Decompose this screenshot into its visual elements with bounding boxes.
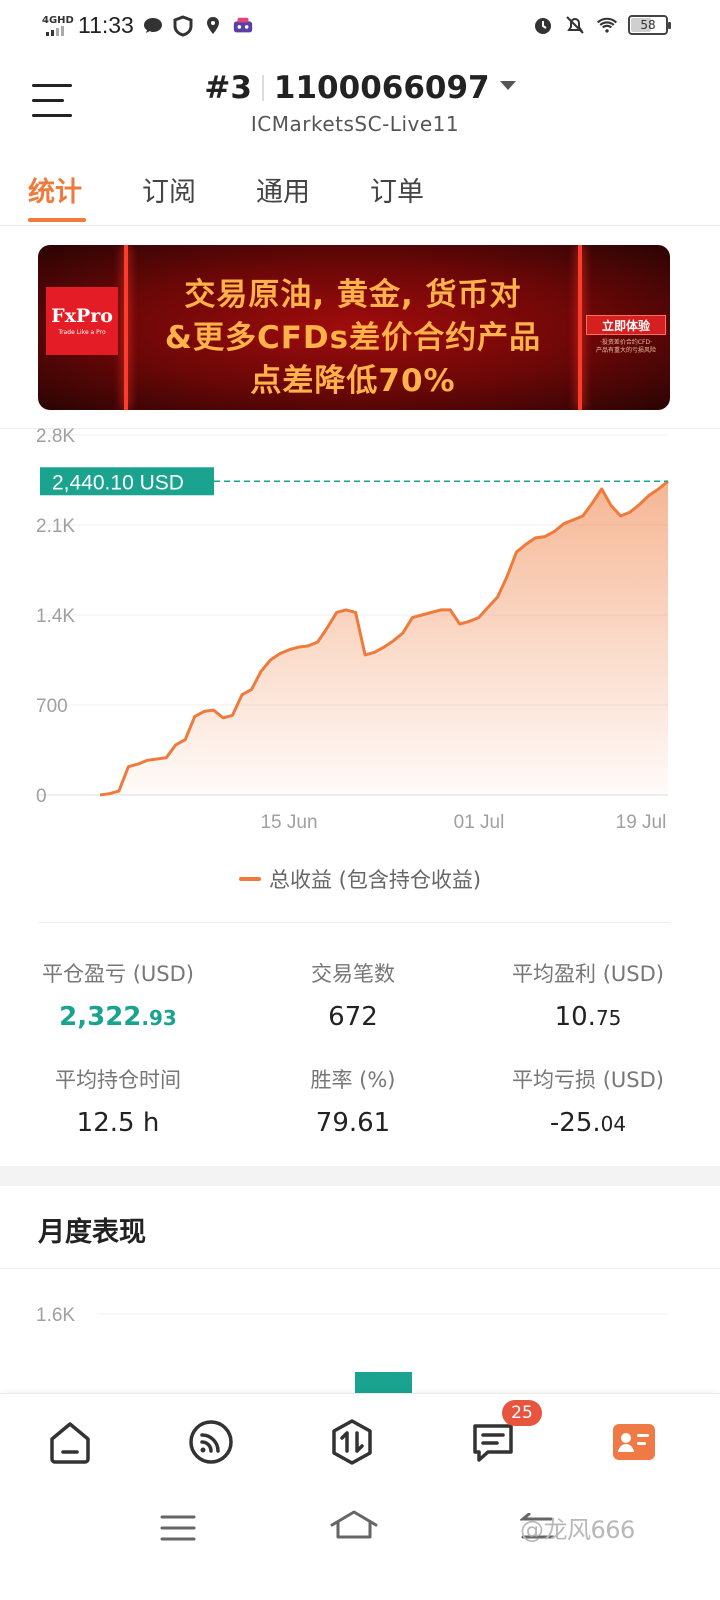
unread-badge: 25 <box>502 1400 542 1426</box>
signal-feed-icon[interactable] <box>181 1414 241 1470</box>
stat-label: 平均亏损 (USD) <box>512 1068 664 1092</box>
y-tick-label: 1.6K <box>36 1305 75 1326</box>
stat-item: 胜率 (%) 79.61 <box>233 1064 473 1138</box>
network-type-label: 4GHD <box>42 14 74 26</box>
location-pin-icon <box>202 15 224 37</box>
account-number: 1100066097 <box>273 70 490 106</box>
banner-line-3: 点差降低70% <box>250 363 456 399</box>
stat-value: 10.75 <box>554 1002 622 1032</box>
divider <box>0 1268 720 1269</box>
status-bar: 4GHD 11:33 58 <box>0 0 720 56</box>
watermark: @龙风666 <box>520 1516 635 1544</box>
stat-value: -25.04 <box>549 1108 627 1138</box>
stat-value: 2,322.93 <box>59 1002 177 1032</box>
chart-legend[interactable]: 总收益 (包含持仓收益) <box>0 864 720 894</box>
profile-card-icon[interactable] <box>604 1414 664 1470</box>
stat-item: 交易笔数 672 <box>233 958 473 1032</box>
equity-area <box>100 481 668 795</box>
banner-line-2: &更多CFDs差价合约产品 <box>164 320 542 356</box>
stat-label: 平仓盈亏 (USD) <box>42 962 194 986</box>
legend-label: 总收益 (包含持仓收益) <box>268 868 482 892</box>
banner-disclaimer: ·投资差价合约CFD· 产品有重大的亏损风险 <box>595 339 656 354</box>
monthly-chart[interactable]: 1.6K <box>0 1290 720 1400</box>
stat-item: 平均亏损 (USD) -25.04 <box>468 1064 708 1138</box>
cellular-signal-icon: 4GHD <box>42 14 74 38</box>
tab-general[interactable]: 通用 <box>256 170 310 209</box>
stat-label: 平均持仓时间 <box>55 1068 181 1092</box>
alarm-icon <box>532 14 554 36</box>
bottom-nav <box>0 1393 720 1493</box>
chevron-down-icon <box>499 81 516 90</box>
section-separator <box>0 1166 720 1186</box>
battery-icon: 58 <box>628 15 671 35</box>
x-tick-label: 19 Jul <box>616 812 667 833</box>
banner-cta-button[interactable]: 立即体验 <box>586 315 666 335</box>
current-value-label: 2,440.10 USD <box>52 471 184 494</box>
stat-item: 平仓盈亏 (USD) 2,322.93 <box>0 958 238 1032</box>
stat-item: 平均持仓时间 12.5 h <box>0 1064 238 1138</box>
x-tick-label: 01 Jul <box>454 812 505 833</box>
mute-bell-icon <box>564 14 586 36</box>
stat-value: 79.61 <box>315 1108 391 1138</box>
monthly-performance-title: 月度表现 <box>38 1217 146 1248</box>
home-gesture-icon[interactable] <box>330 1509 378 1547</box>
wifi-icon <box>596 14 618 36</box>
x-tick-label: 15 Jun <box>260 812 317 833</box>
banner-line-1: 交易原油, 黄金, 货币对 <box>184 277 522 313</box>
trade-icon[interactable] <box>322 1414 382 1470</box>
stat-label: 胜率 (%) <box>310 1068 396 1092</box>
stat-item: 平均盈利 (USD) 10.75 <box>468 958 708 1032</box>
account-selector[interactable]: #3 1100066097 <box>0 70 720 106</box>
tab-statistics[interactable]: 统计 <box>28 170 82 209</box>
divider <box>38 922 670 923</box>
clock: 11:33 <box>78 12 134 38</box>
stat-value: 672 <box>328 1002 378 1032</box>
stat-value: 12.5 h <box>76 1108 160 1138</box>
equity-chart[interactable]: 2.8K 2.1K 1.4K 700 0 2,440.10 USD 15 Jun 01 Jul… <box>0 425 720 845</box>
shield-icon <box>172 14 194 37</box>
tab-subscriptions[interactable]: 订阅 <box>142 170 196 209</box>
y-tick-label: 2.8K <box>36 426 75 447</box>
y-tick-label: 700 <box>36 696 68 717</box>
y-tick-label: 1.4K <box>36 606 75 627</box>
legend-swatch <box>238 877 261 881</box>
promo-banner[interactable]: FxPro Trade Like a Pro 交易原油, 黄金, 货币对 &更多… <box>38 245 670 410</box>
stat-label: 平均盈利 (USD) <box>512 962 664 986</box>
account-prefix: #3 <box>204 70 252 106</box>
server-name: ICMarketsSC-Live11 <box>250 112 460 136</box>
app-badge-icon <box>232 15 254 37</box>
tab-orders[interactable]: 订单 <box>370 170 424 209</box>
y-tick-label: 2.1K <box>36 516 75 537</box>
fxpro-logo: FxPro Trade Like a Pro <box>46 287 118 355</box>
tab-bar: 统计 订阅 通用 订单 <box>0 158 720 226</box>
stat-label: 交易笔数 <box>311 962 395 986</box>
recent-apps-icon[interactable] <box>160 1513 196 1547</box>
chat-bubble-icon <box>142 15 164 37</box>
y-tick-label: 0 <box>36 786 47 807</box>
home-icon[interactable] <box>40 1414 100 1470</box>
active-tab-indicator <box>28 218 86 222</box>
